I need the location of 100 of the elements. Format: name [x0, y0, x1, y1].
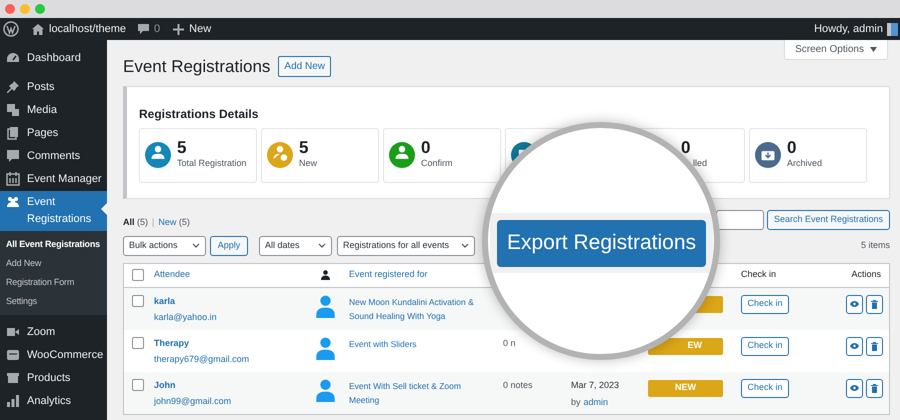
search-field[interactable] [716, 210, 764, 230]
view-filter-link[interactable]: All (5) [123, 216, 148, 230]
attendee-column-header[interactable]: Attendee [154, 269, 190, 280]
dashboard-icon [6, 51, 20, 65]
attendee-email: karla@yahoo.in [154, 311, 217, 324]
delete-button[interactable] [866, 336, 883, 356]
attendee-name-link[interactable]: Therapy [154, 336, 190, 350]
media-icon [6, 103, 20, 117]
view-separator: | [152, 216, 154, 229]
stat-count: 0 [421, 139, 430, 158]
check-in-button[interactable]: Check in [741, 378, 789, 398]
sidebar-menu-item[interactable]: Zoom [0, 321, 107, 344]
panel-heading: Registrations Details [139, 106, 260, 122]
checkbox[interactable] [132, 294, 144, 306]
author-link[interactable]: admin [584, 396, 608, 410]
date-filter-dropdown[interactable]: All dates [259, 236, 332, 256]
bulk-actions-dropdown[interactable]: Bulk actions [123, 236, 206, 256]
check-in-button[interactable]: Check in [741, 294, 789, 314]
view-button[interactable] [846, 378, 863, 398]
checkbox[interactable] [132, 336, 144, 348]
calendar-icon [6, 172, 20, 186]
eye-icon [850, 385, 859, 391]
event-filter-dropdown[interactable]: Registrations for all events [337, 236, 475, 256]
archive-box-icon [6, 371, 20, 385]
stat-label: Total Registration [177, 157, 247, 170]
chevron-down-icon [461, 243, 469, 248]
apply-button[interactable]: Apply [210, 236, 248, 256]
attendee-email: john99@gmail.com [154, 395, 232, 408]
stat-label: lled [692, 157, 708, 170]
submenu-item[interactable]: Registration Form [0, 273, 107, 292]
site-link[interactable]: localhost/theme [49, 20, 126, 38]
event-link[interactable]: New Moon Kundalini Activation & Sound Healing With Yoga [349, 294, 481, 322]
search-button[interactable]: Search Event Registrations [766, 210, 890, 230]
pages-icon [6, 126, 20, 140]
sidebar-menu-item[interactable]: Products [0, 367, 107, 390]
submenu-item[interactable]: Settings [0, 292, 107, 311]
sidebar-menu-item[interactable]: Dashboard [0, 47, 107, 70]
people-icon [6, 195, 20, 209]
view-filter-link[interactable]: New (5) [158, 216, 190, 230]
export-registrations-button[interactable]: Export Registrations [497, 220, 706, 266]
bar-chart-icon [6, 394, 20, 408]
notes-count: 0 n [503, 338, 516, 348]
sidebar-menu-item[interactable]: WooCommerce [0, 344, 107, 367]
view-button[interactable] [846, 294, 863, 314]
notes-count: 0 notes [503, 380, 533, 390]
sidebar-menu-item[interactable]: Analytics [0, 390, 107, 413]
delete-button[interactable] [866, 378, 883, 398]
sidebar-menu-item[interactable]: Pages [0, 122, 107, 145]
comment-icon [6, 149, 20, 163]
comment-icon [138, 24, 150, 34]
sidebar-menu-item[interactable]: Comments [0, 145, 107, 168]
checkbox[interactable] [132, 269, 144, 281]
chevron-down-icon [318, 243, 326, 248]
by-label: by [571, 396, 581, 409]
stat-count: 5 [177, 139, 186, 158]
item-count: 5 items [860, 238, 890, 252]
wordpress-logo-icon[interactable] [3, 21, 19, 37]
sidebar-menu-item[interactable]: Media [0, 99, 107, 122]
user-avatar-icon [314, 378, 336, 402]
delete-button[interactable] [866, 294, 883, 314]
event-link[interactable]: Event With Sell ticket & Zoom Meeting [349, 378, 481, 406]
sidebar-menu-item[interactable]: Posts [0, 76, 107, 99]
stat-count: 5 [299, 139, 308, 158]
submenu-item[interactable]: Add New [0, 254, 107, 273]
view-button[interactable] [846, 336, 863, 356]
attendee-name-link[interactable]: karla [154, 294, 176, 308]
trash-icon [871, 300, 878, 308]
checkbox[interactable] [132, 378, 144, 390]
video-camera-icon [6, 325, 20, 339]
registration-date: Mar 7, 2023 [571, 378, 620, 392]
event-link[interactable]: Event with Sliders [349, 336, 417, 350]
screen-options-button[interactable]: Screen Options [784, 40, 888, 60]
check-in-button[interactable]: Check in [741, 336, 789, 356]
current-menu-pointer-icon [101, 203, 107, 215]
caret-down-icon [870, 47, 877, 52]
home-icon [32, 24, 44, 34]
eye-icon [850, 343, 859, 349]
greeting-link[interactable]: Howdy, admin [814, 20, 883, 38]
user-avatar-icon [314, 336, 336, 360]
person-icon [320, 270, 330, 280]
add-new-button[interactable]: Add New [278, 56, 331, 78]
stat-count: 0 [681, 139, 690, 158]
pushpin-icon [6, 80, 20, 94]
event-column-header[interactable]: Event registered for [349, 269, 428, 280]
attendee-name-link[interactable]: John [154, 378, 176, 392]
check-in-column-header: Check in [741, 269, 776, 280]
sidebar-menu-item[interactable]: Event Manager [0, 168, 107, 191]
comment-count[interactable]: 0 [154, 20, 160, 38]
sidebar-menu-item[interactable]: Event Registrations [0, 191, 107, 231]
status-badge: NEW [648, 380, 723, 396]
stat-label: Confirm [421, 157, 453, 170]
new-link[interactable]: New [189, 20, 212, 38]
stat-count: 0 [787, 139, 796, 158]
attendee-email: therapy679@gmail.com [154, 353, 250, 366]
stat-label: New [299, 157, 318, 170]
submenu-item[interactable]: All Event Registrations [0, 235, 107, 254]
eye-icon [850, 301, 859, 307]
avatar-icon[interactable] [887, 22, 898, 36]
actions-column-header: Actions [851, 269, 881, 280]
page-title: Event Registrations [123, 56, 270, 78]
